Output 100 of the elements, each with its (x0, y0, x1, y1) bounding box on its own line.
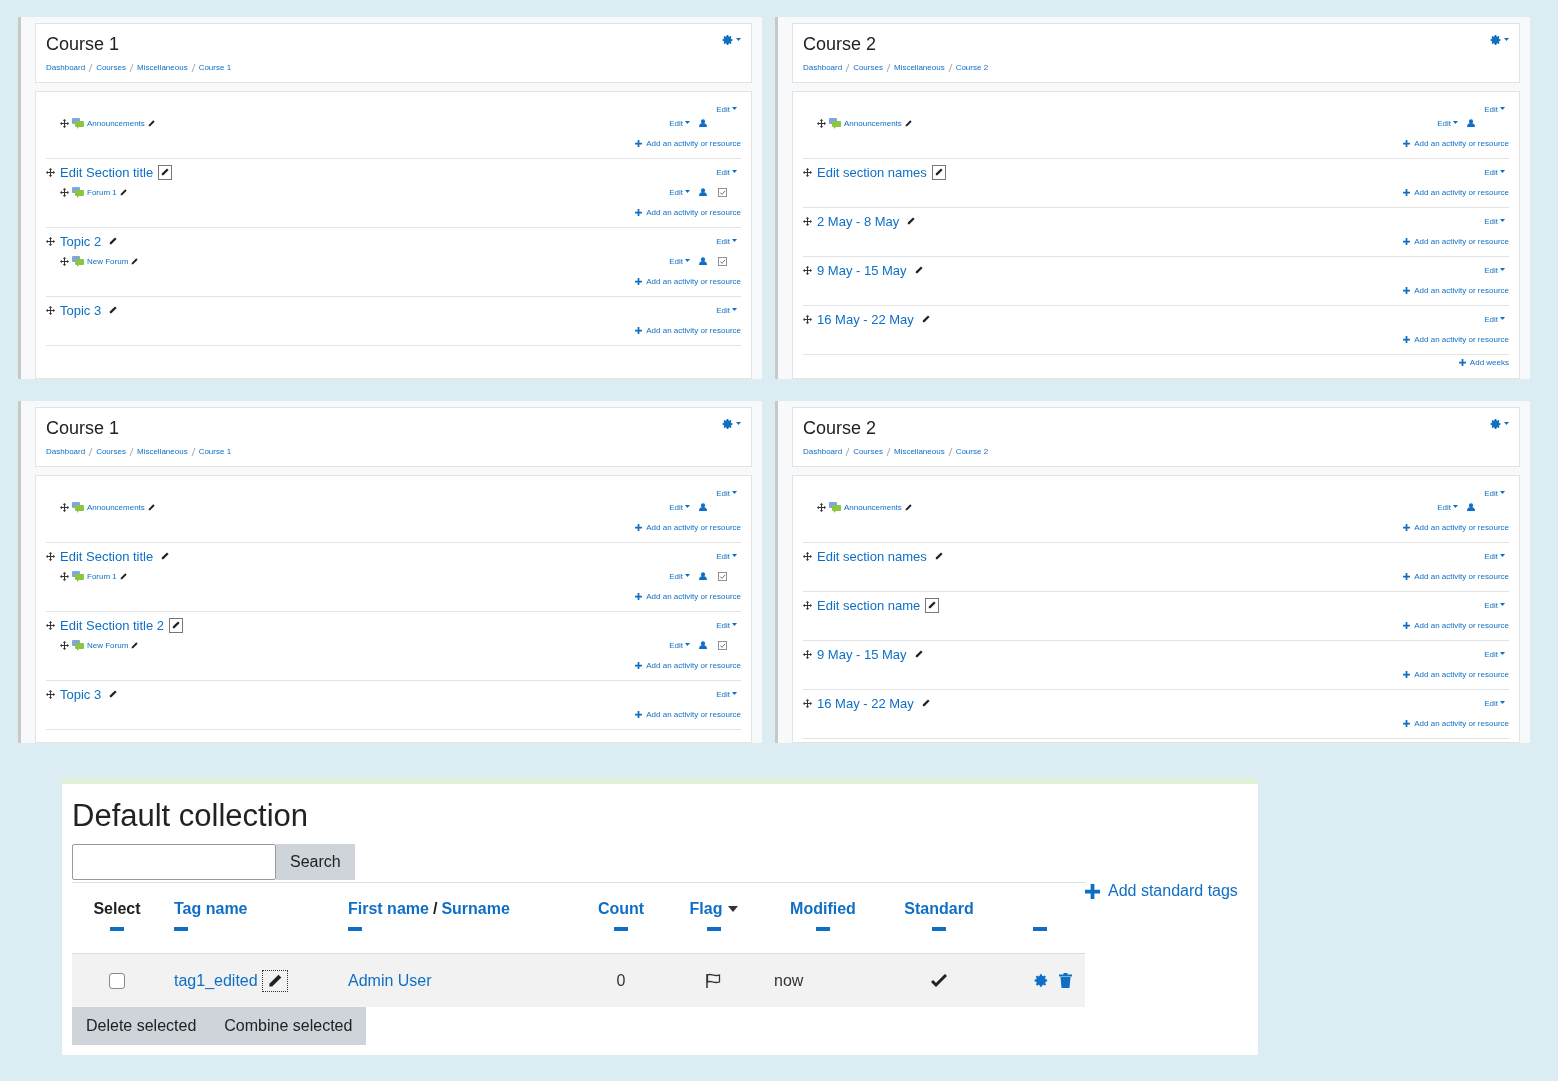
pencil-icon[interactable] (904, 119, 912, 127)
delete-icon[interactable] (1059, 973, 1072, 988)
add-activity-link[interactable]: Add an activity or resource (635, 276, 741, 286)
add-activity-link[interactable]: Add an activity or resource (635, 325, 741, 335)
edit-menu-link[interactable]: Edit (669, 187, 690, 197)
edit-menu-link[interactable]: Edit (716, 305, 737, 315)
add-standard-tags-link[interactable]: Add standard tags (1085, 882, 1238, 900)
add-activity-link[interactable]: Add an activity or resource (1403, 522, 1509, 532)
completion-checkbox[interactable] (718, 571, 727, 581)
move-icon[interactable] (60, 571, 69, 581)
person-icon[interactable] (699, 503, 707, 511)
user-name-link[interactable]: Admin User (348, 971, 432, 990)
add-activity-link[interactable]: Add an activity or resource (635, 709, 741, 719)
add-activity-link[interactable]: Add an activity or resource (1403, 571, 1509, 581)
column-header-link[interactable]: Count (597, 900, 645, 918)
breadcrumb-link[interactable]: Courses (853, 447, 883, 456)
add-activity-link[interactable]: Add an activity or resource (1403, 236, 1509, 246)
move-icon[interactable] (803, 551, 812, 561)
add-activity-link[interactable]: Add an activity or resource (1403, 334, 1509, 344)
move-icon[interactable] (803, 216, 812, 226)
edit-menu-link[interactable]: Edit (1484, 314, 1505, 324)
column-header-link[interactable]: Flag (689, 900, 723, 918)
add-activity-link[interactable]: Add an activity or resource (1403, 187, 1509, 197)
move-icon[interactable] (46, 689, 55, 699)
column-header-link[interactable]: Tag name (174, 900, 248, 918)
add-activity-link[interactable]: Add an activity or resource (635, 138, 741, 148)
section-title-link[interactable]: Edit section name (817, 597, 921, 613)
edit-menu-link[interactable]: Edit (1484, 698, 1505, 708)
activity-link[interactable]: Announcements (87, 118, 145, 128)
edit-menu-link[interactable]: Edit (669, 256, 690, 266)
settings-menu-button[interactable] (1490, 34, 1509, 46)
section-title-link[interactable]: Edit section names (817, 164, 927, 180)
pencil-icon[interactable] (131, 641, 139, 649)
move-icon[interactable] (803, 265, 812, 275)
activity-link[interactable]: Announcements (87, 502, 145, 512)
move-icon[interactable] (803, 167, 812, 177)
edit-menu-link[interactable]: Edit (669, 571, 690, 581)
edit-menu-link[interactable]: Edit (716, 104, 737, 114)
completion-checkbox[interactable] (718, 640, 727, 650)
section-title-link[interactable]: 2 May - 8 May (817, 213, 900, 229)
select-checkbox[interactable] (109, 972, 125, 989)
add-activity-link[interactable]: Add an activity or resource (1403, 285, 1509, 295)
move-icon[interactable] (803, 314, 812, 324)
person-icon[interactable] (1467, 119, 1475, 127)
move-icon[interactable] (46, 551, 55, 561)
move-icon[interactable] (803, 600, 812, 610)
edit-menu-link[interactable]: Edit (1484, 216, 1505, 226)
search-button[interactable]: Search (276, 844, 355, 880)
edit-menu-link[interactable]: Edit (1437, 118, 1458, 128)
section-title-link[interactable]: Edit Section title 2 (60, 617, 165, 633)
activity-link[interactable]: Announcements (844, 118, 902, 128)
edit-title-icon[interactable] (169, 617, 184, 633)
edit-title-icon[interactable] (925, 597, 940, 613)
edit-menu-link[interactable]: Edit (1437, 502, 1458, 512)
move-icon[interactable] (60, 187, 69, 197)
settings-menu-button[interactable] (722, 34, 741, 46)
edit-title-icon[interactable] (931, 164, 946, 180)
completion-checkbox[interactable] (718, 187, 727, 197)
edit-menu-link[interactable]: Edit (1484, 488, 1505, 498)
add-activity-link[interactable]: Add an activity or resource (635, 207, 741, 217)
pencil-icon[interactable] (119, 188, 127, 196)
settings-icon[interactable] (1034, 973, 1049, 988)
move-icon[interactable] (817, 502, 826, 512)
pencil-icon[interactable] (904, 503, 912, 511)
breadcrumb-link[interactable]: Course 2 (955, 63, 989, 72)
tag-link[interactable]: tag1_edited (174, 971, 258, 990)
column-header-link[interactable]: Modified (790, 900, 856, 918)
move-icon[interactable] (817, 118, 826, 128)
breadcrumb-link[interactable]: Miscellaneous (136, 63, 188, 72)
move-icon[interactable] (46, 167, 55, 177)
collapse-column-icon[interactable] (1032, 927, 1047, 931)
move-icon[interactable] (60, 640, 69, 650)
section-title-link[interactable]: 9 May - 15 May (817, 646, 907, 662)
section-title-link[interactable]: Topic 3 (60, 302, 102, 318)
edit-menu-link[interactable]: Edit (1484, 649, 1505, 659)
section-title-link[interactable]: 16 May - 22 May (817, 311, 914, 327)
person-icon[interactable] (699, 572, 707, 580)
move-icon[interactable] (60, 256, 69, 266)
edit-menu-link[interactable]: Edit (716, 167, 737, 177)
section-title-link[interactable]: 9 May - 15 May (817, 262, 907, 278)
edit-menu-link[interactable]: Edit (1484, 551, 1505, 561)
add-activity-link[interactable]: Add an activity or resource (635, 660, 741, 670)
section-title-link[interactable]: Edit section names (817, 548, 927, 564)
move-icon[interactable] (803, 649, 812, 659)
breadcrumb-link[interactable]: Miscellaneous (136, 447, 188, 456)
breadcrumb-link[interactable]: Courses (96, 447, 126, 456)
edit-menu-link[interactable]: Edit (716, 689, 737, 699)
completion-checkbox[interactable] (718, 256, 727, 266)
edit-menu-link[interactable]: Edit (716, 236, 737, 246)
breadcrumb-link[interactable]: Courses (853, 63, 883, 72)
activity-link[interactable]: Announcements (844, 502, 902, 512)
flag-icon[interactable] (705, 972, 723, 989)
move-icon[interactable] (60, 118, 69, 128)
move-icon[interactable] (60, 502, 69, 512)
breadcrumb-link[interactable]: Miscellaneous (893, 63, 945, 72)
add-activity-link[interactable]: Add an activity or resource (1403, 138, 1509, 148)
edit-menu-link[interactable]: Edit (716, 488, 737, 498)
section-title-link[interactable]: 16 May - 22 May (817, 695, 914, 711)
edit-menu-link[interactable]: Edit (716, 620, 737, 630)
edit-menu-link[interactable]: Edit (1484, 167, 1505, 177)
